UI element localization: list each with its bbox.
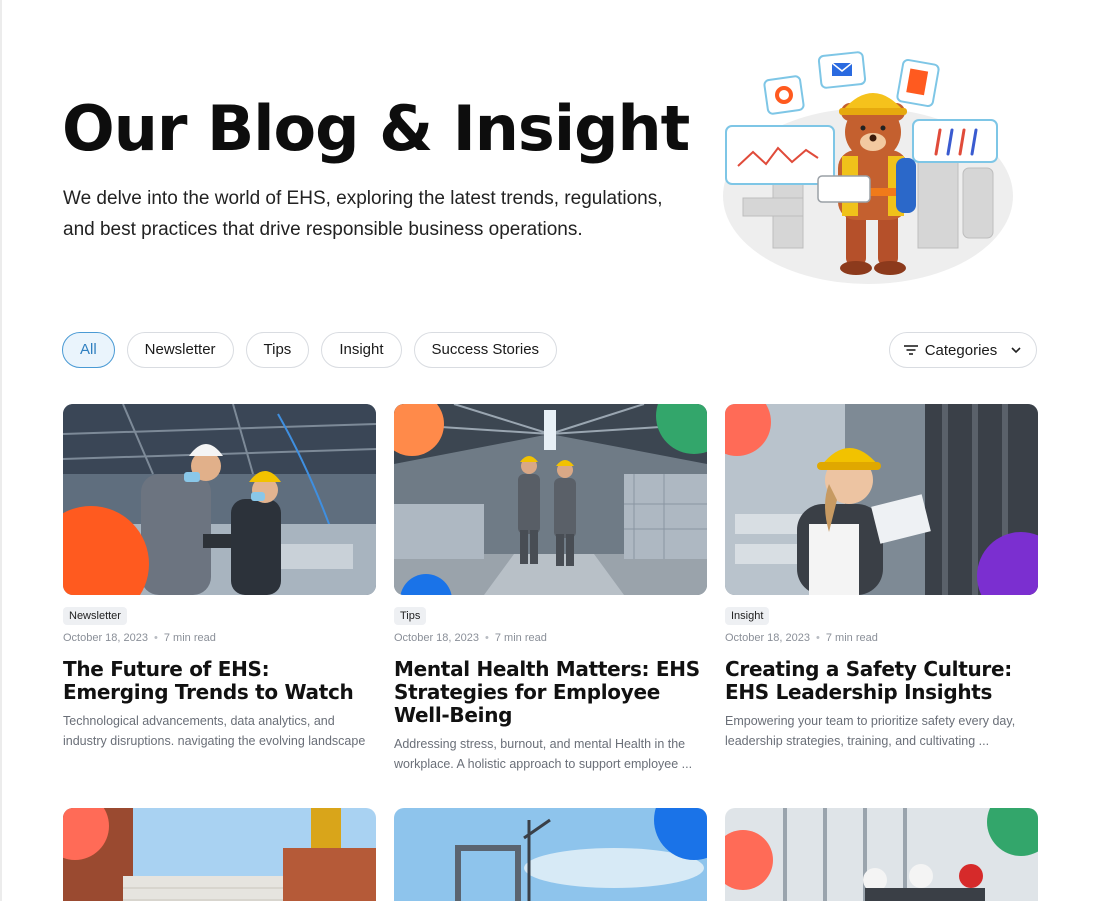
chevron-down-icon [1011,347,1021,354]
filter-chip-insight[interactable]: Insight [321,332,402,368]
blog-card[interactable]: Tips October 18, 2023 • 7 min read Mental … [394,404,707,774]
page-edge-rule [0,0,2,901]
filter-chip-tips[interactable]: Tips [245,332,310,368]
post-meta: October 18, 2023 • 7 min read [63,632,216,644]
post-excerpt: Addressing stress, burnout, and mental H… [394,737,693,771]
post-date: October 18, 2023 [63,632,149,644]
post-image-construction-wall[interactable] [63,808,376,901]
categories-dropdown[interactable]: Categories [889,332,1037,368]
post-tag[interactable]: Tips [394,607,427,625]
filter-chip-success-stories[interactable]: Success Stories [413,332,558,368]
post-meta: October 18, 2023 • 7 min read [725,632,878,644]
hero-bear-illustration [723,51,1013,284]
bar-chart-card-icon [912,119,998,163]
filter-chip-newsletter[interactable]: Newsletter [126,332,234,368]
post-title[interactable]: Mental Health Matters: EHS Strategies fo… [394,658,707,727]
blog-card[interactable]: Insight October 18, 2023 • 7 min read Crea… [725,404,1038,751]
post-meta: October 18, 2023 • 7 min read [394,632,547,644]
filter-chip-all[interactable]: All [62,332,115,368]
post-date: October 18, 2023 [725,632,811,644]
post-image-team-hardhats[interactable] [725,808,1038,901]
document-card-icon [896,58,940,108]
post-excerpt: Technological advancements, data analyti… [63,714,366,748]
post-tag[interactable]: Insight [725,607,770,625]
post-image-crane-structure[interactable] [394,808,707,901]
post-excerpt: Empowering your team to prioritize safet… [725,714,1016,748]
page-title: Our Blog & Insight [62,92,690,165]
post-image-smiling-worker[interactable] [725,404,1038,595]
chart-card-icon [725,125,835,185]
mail-card-icon [817,51,867,89]
post-read-time: 7 min read [163,632,216,644]
filter-lines-icon [903,345,918,355]
page-subtitle: We delve into the world of EHS, explorin… [63,188,663,240]
donut-card-icon [763,75,805,115]
post-title[interactable]: The Future of EHS: Emerging Trends to Wa… [63,658,376,704]
post-read-time: 7 min read [825,632,878,644]
post-image-workers-tablet[interactable] [63,404,376,595]
categories-label: Categories [924,341,998,359]
post-tag[interactable]: Newsletter [63,607,127,625]
blog-card[interactable]: Newsletter October 18, 2023 • 7 min read T… [63,404,376,751]
filter-chip-group: All Newsletter Tips Insight Success Stor… [62,332,558,368]
post-date: October 18, 2023 [394,632,480,644]
post-title[interactable]: Creating a Safety Culture: EHS Leadershi… [725,658,1038,704]
post-image-warehouse-workers[interactable] [394,404,707,595]
post-read-time: 7 min read [494,632,547,644]
